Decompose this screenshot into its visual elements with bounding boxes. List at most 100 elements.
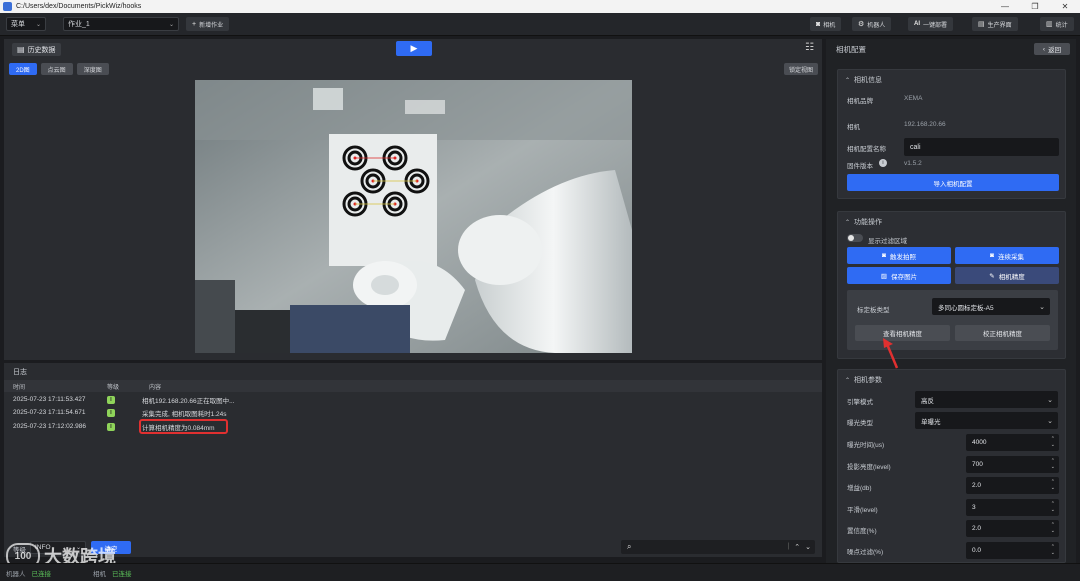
stats-button[interactable]: ▥ 统计 — [1040, 17, 1074, 31]
save-image-label: 保存图片 — [891, 273, 918, 281]
robot-status-value: 已连接 — [31, 570, 52, 578]
col-content-header: 内容 — [149, 384, 162, 391]
continuous-capture-label: 连续采集 — [997, 253, 1024, 261]
history-button[interactable]: ▤ 历史数据 — [12, 43, 61, 56]
log-panel: 日志 时间 等级 内容 2025-07-23 17:11:53.427 I 相机… — [4, 363, 822, 557]
production-icon: ▤ — [978, 21, 985, 28]
smooth-label: 平滑(level) — [847, 507, 878, 514]
view-tabs: 2D图 点云图 深度图 — [9, 63, 109, 75]
info-icon[interactable]: i — [879, 159, 887, 167]
stepper-arrows-icon[interactable]: ⌃ ⌄ — [1051, 479, 1055, 491]
stats-button-label: 统计 — [1055, 22, 1068, 29]
projector-brightness-stepper[interactable]: 700 ⌃ ⌄ — [966, 456, 1059, 473]
operations-header[interactable]: ⌃ 功能操作 — [845, 217, 882, 227]
brand-value: XEMA — [904, 95, 923, 102]
exposure-time-stepper[interactable]: 4000 ⌃ ⌄ — [966, 434, 1059, 451]
log-content: 相机192.168.20.66正在取图中... — [142, 397, 235, 405]
run-button[interactable]: ▶ — [396, 41, 432, 56]
robot-status-label: 机器人 — [6, 570, 26, 578]
status-bar: 机器人 已连接 相机 已连接 — [0, 563, 1080, 581]
chevron-down-icon: ⌄ — [35, 21, 41, 28]
engine-mode-label: 引擎模式 — [847, 399, 873, 406]
search-icon: ⌕ — [627, 542, 632, 551]
camera-label: 相机 — [847, 124, 860, 131]
tab-2d[interactable]: 2D图 — [9, 63, 37, 75]
operations-card: ⌃ 功能操作 显示过滤区域 ◙ 触发拍照 ◙ 连续采集 ▨ 保存图片 ✎ 相机精… — [837, 211, 1066, 359]
prev-match-icon[interactable]: ⌃ — [794, 543, 800, 551]
lock-view-button[interactable]: 锁定视图 — [783, 63, 818, 75]
minimize-button[interactable]: — — [990, 0, 1020, 13]
exposure-type-label: 曝光类型 — [847, 420, 873, 427]
log-title: 日志 — [13, 369, 27, 376]
engine-mode-select[interactable]: 高反 ⌄ — [915, 391, 1058, 408]
chevron-down-icon: ⌄ — [1047, 396, 1053, 404]
job-select[interactable]: 作业_1 ⌄ — [63, 17, 179, 31]
log-search-input[interactable]: ⌕ | ⌃ ⌄ — [621, 540, 815, 554]
show-filter-toggle[interactable] — [847, 234, 863, 242]
tab-depth[interactable]: 深度图 — [76, 63, 109, 75]
board-type-select[interactable]: 多同心圆标定板-A5 ⌄ — [932, 298, 1050, 315]
back-button[interactable]: ‹ 返回 — [1034, 43, 1070, 55]
info-level-badge: I — [107, 408, 115, 417]
camera-info-header[interactable]: ⌃ 相机信息 — [845, 75, 882, 85]
params-header[interactable]: ⌃ 相机参数 — [845, 375, 882, 385]
divider: | — [787, 543, 790, 550]
robot-button-label: 机器人 — [867, 22, 886, 29]
menu-dropdown[interactable]: 菜单 ⌄ — [6, 17, 46, 31]
calibrate-accuracy-button[interactable]: 校正相机精度 — [955, 325, 1050, 341]
new-job-label: 新增作业 — [199, 22, 224, 29]
view-settings-icon[interactable]: ☷ — [805, 42, 814, 53]
camera-info-card: ⌃ 相机信息 相机品牌 XEMA 相机 192.168.20.66 相机配置名称… — [837, 69, 1066, 199]
camera-icon: ◙ — [990, 252, 994, 259]
exposure-type-select[interactable]: 单曝光 ⌄ — [915, 412, 1058, 429]
maximize-button[interactable]: ❐ — [1020, 0, 1050, 13]
confidence-stepper[interactable]: 2.0 ⌃ ⌄ — [966, 520, 1059, 537]
exposure-time-label: 曝光时间(us) — [847, 442, 885, 449]
camera-icon: ◙ — [882, 252, 886, 259]
deploy-button[interactable]: AI 一键部署 — [908, 17, 954, 31]
new-job-button[interactable]: + 新增作业 — [186, 17, 230, 31]
col-level-header: 等级 — [107, 384, 120, 391]
close-button[interactable]: ✕ — [1050, 0, 1080, 13]
camera-accuracy-button[interactable]: ✎ 相机精度 — [955, 267, 1059, 284]
projector-brightness-label: 投影亮度(level) — [847, 464, 891, 471]
check-accuracy-button[interactable]: 查看相机精度 — [855, 325, 950, 341]
search-nav: | ⌃ ⌄ — [787, 543, 811, 551]
log-content: 采集完成, 相机取图耗时1.24s — [142, 410, 227, 418]
stepper-arrows-icon[interactable]: ⌃ ⌄ — [1051, 458, 1055, 470]
tab-pointcloud[interactable]: 点云图 — [40, 63, 73, 75]
import-config-button[interactable]: 导入相机配置 — [847, 174, 1059, 191]
stepper-arrows-icon[interactable]: ⌃ ⌄ — [1051, 436, 1055, 448]
config-name-input[interactable]: cali — [904, 138, 1059, 156]
noise-filter-value: 0.0 — [972, 547, 982, 554]
chevron-down-icon: ⌄ — [168, 21, 174, 28]
stepper-arrows-icon[interactable]: ⌃ ⌄ — [1051, 522, 1055, 534]
menu-label: 菜单 — [11, 21, 25, 28]
main-toolbar: 菜单 ⌄ 作业_1 ⌄ + 新增作业 ◙ 相机 ⚙ 机器人 AI 一键部署 ▤ … — [0, 13, 1080, 36]
camera-button[interactable]: ◙ 相机 — [810, 17, 842, 31]
image-icon: ▨ — [880, 272, 888, 280]
stepper-arrows-icon[interactable]: ⌃ ⌄ — [1051, 544, 1055, 556]
stats-icon: ▥ — [1046, 21, 1053, 28]
chevron-up-icon: ⌃ — [845, 377, 851, 384]
stepper-arrows-icon[interactable]: ⌃ ⌄ — [1051, 501, 1055, 513]
camera-status-label: 相机 — [93, 570, 106, 578]
chevron-down-icon: ⌄ — [1039, 303, 1045, 311]
production-button[interactable]: ▤ 生产界面 — [972, 17, 1018, 31]
camera-ip-value: 192.168.20.66 — [904, 121, 946, 128]
window-controls: — ❐ ✕ — [990, 0, 1080, 13]
gain-stepper[interactable]: 2.0 ⌃ ⌄ — [966, 477, 1059, 494]
noise-filter-stepper[interactable]: 0.0 ⌃ ⌄ — [966, 542, 1059, 559]
robot-button[interactable]: ⚙ 机器人 — [852, 17, 892, 31]
save-image-button[interactable]: ▨ 保存图片 — [847, 267, 951, 284]
camera-accuracy-label: 相机精度 — [998, 273, 1025, 281]
continuous-capture-button[interactable]: ◙ 连续采集 — [955, 247, 1059, 264]
smooth-stepper[interactable]: 3 ⌃ ⌄ — [966, 499, 1059, 516]
camera-config-panel: 相机配置 ‹ 返回 ⌃ 相机信息 相机品牌 XEMA 相机 192.168.20… — [826, 39, 1076, 563]
next-match-icon[interactable]: ⌄ — [805, 543, 811, 551]
trigger-capture-button[interactable]: ◙ 触发拍照 — [847, 247, 951, 264]
panel-title: 相机配置 — [836, 45, 866, 54]
show-filter-label: 显示过滤区域 — [868, 238, 907, 245]
brand-label: 相机品牌 — [847, 98, 873, 105]
chevron-left-icon: ‹ — [1042, 45, 1046, 53]
